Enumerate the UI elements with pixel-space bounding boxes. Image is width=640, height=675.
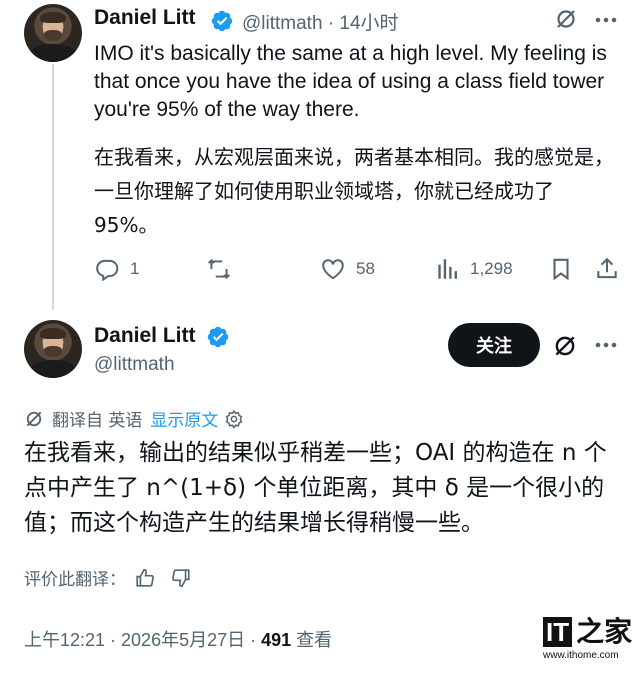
avatar-beard [44, 30, 62, 41]
avatar-shirt [30, 44, 76, 62]
author-avatar[interactable] [24, 4, 82, 62]
views-count: 1,298 [470, 259, 513, 278]
retweet-icon [208, 258, 230, 280]
meta-separator: · [327, 13, 335, 34]
show-original-link[interactable]: 显示原文 [150, 406, 218, 431]
ithome-logo: IT 之家 [543, 617, 635, 647]
author-handle[interactable]: @littmath [242, 13, 323, 34]
thumbs-up-icon[interactable] [134, 567, 156, 589]
avatar-hair [40, 328, 66, 339]
avatar-hair [40, 12, 66, 23]
like-button[interactable]: 58 [320, 256, 375, 282]
ithome-logo-zh: 之家 [576, 615, 633, 648]
thread-connector-line [52, 64, 54, 310]
rate-translation-row: 评价此翻译： [24, 565, 192, 590]
more-dots [595, 342, 617, 348]
author-name-main[interactable]: Daniel Litt [94, 324, 196, 348]
ithome-logo-it: IT [543, 617, 573, 647]
ithome-watermark: IT 之家 www.ithome.com [543, 617, 635, 669]
bookmark-button[interactable] [548, 256, 574, 282]
verified-badge-icon [207, 326, 229, 348]
share-button[interactable] [594, 256, 620, 282]
thumbs-down-icon[interactable] [170, 567, 192, 589]
bookmark-icon [553, 258, 569, 281]
author-name[interactable]: Daniel Litt [94, 6, 196, 30]
post-view-label: 查看 [291, 630, 333, 650]
verified-badge-icon [211, 10, 233, 32]
post-view-count: 491 [261, 630, 292, 650]
author-avatar-main[interactable] [24, 320, 82, 378]
tweet-text-translated: 在我看来，从宏观层面来说，两者基本相同。我的感觉是，一旦你理解了如何使用职业领域… [94, 145, 614, 237]
tweet-actions-bar: 1 58 1,298 [94, 256, 624, 288]
grok-icon[interactable] [550, 331, 580, 361]
tweet-meta: @littmath · 14小时 [242, 8, 399, 35]
share-icon [597, 257, 617, 279]
follow-button[interactable]: 关注 [448, 323, 540, 367]
grok-icon[interactable] [552, 5, 580, 33]
tweet-text-original: IMO it's basically the same at a high le… [94, 42, 607, 121]
post-datetime[interactable]: 上午12:21 · 2026年5月27日 · [24, 630, 261, 650]
heart-icon [322, 259, 344, 280]
analytics-icon [438, 259, 457, 279]
rate-translation-label: 评价此翻译： [24, 570, 126, 590]
ithome-url: www.ithome.com [543, 650, 619, 661]
tweet-text-main: 在我看来，输出的结果似乎稍差一些；OAI 的构造在 n 个点中产生了 n^(1+… [24, 440, 607, 536]
settings-gear-icon[interactable] [224, 409, 244, 429]
grok-translate-icon [26, 411, 42, 426]
grok-glyph [557, 10, 575, 28]
more-dots [595, 17, 617, 23]
grok-glyph [555, 336, 575, 356]
translation-info: 翻译自 英语 显示原文 [24, 406, 244, 431]
reply-icon [96, 259, 119, 282]
like-count: 58 [356, 259, 375, 278]
more-options-icon[interactable] [592, 6, 620, 34]
avatar-beard [44, 346, 62, 357]
translated-from-label: 翻译自 英语 [52, 411, 143, 431]
more-options-icon[interactable] [592, 331, 620, 359]
views-button[interactable]: 1,298 [434, 256, 513, 282]
reply-count: 1 [130, 259, 140, 278]
avatar-shirt [30, 360, 76, 378]
tweet-timestamp-footer: 上午12:21 · 2026年5月27日 · 491 查看 [24, 626, 332, 652]
author-handle-main[interactable]: @littmath [94, 354, 175, 376]
tweet-time[interactable]: 14小时 [339, 13, 398, 34]
reply-button[interactable]: 1 [94, 256, 139, 282]
retweet-button[interactable] [206, 256, 242, 282]
